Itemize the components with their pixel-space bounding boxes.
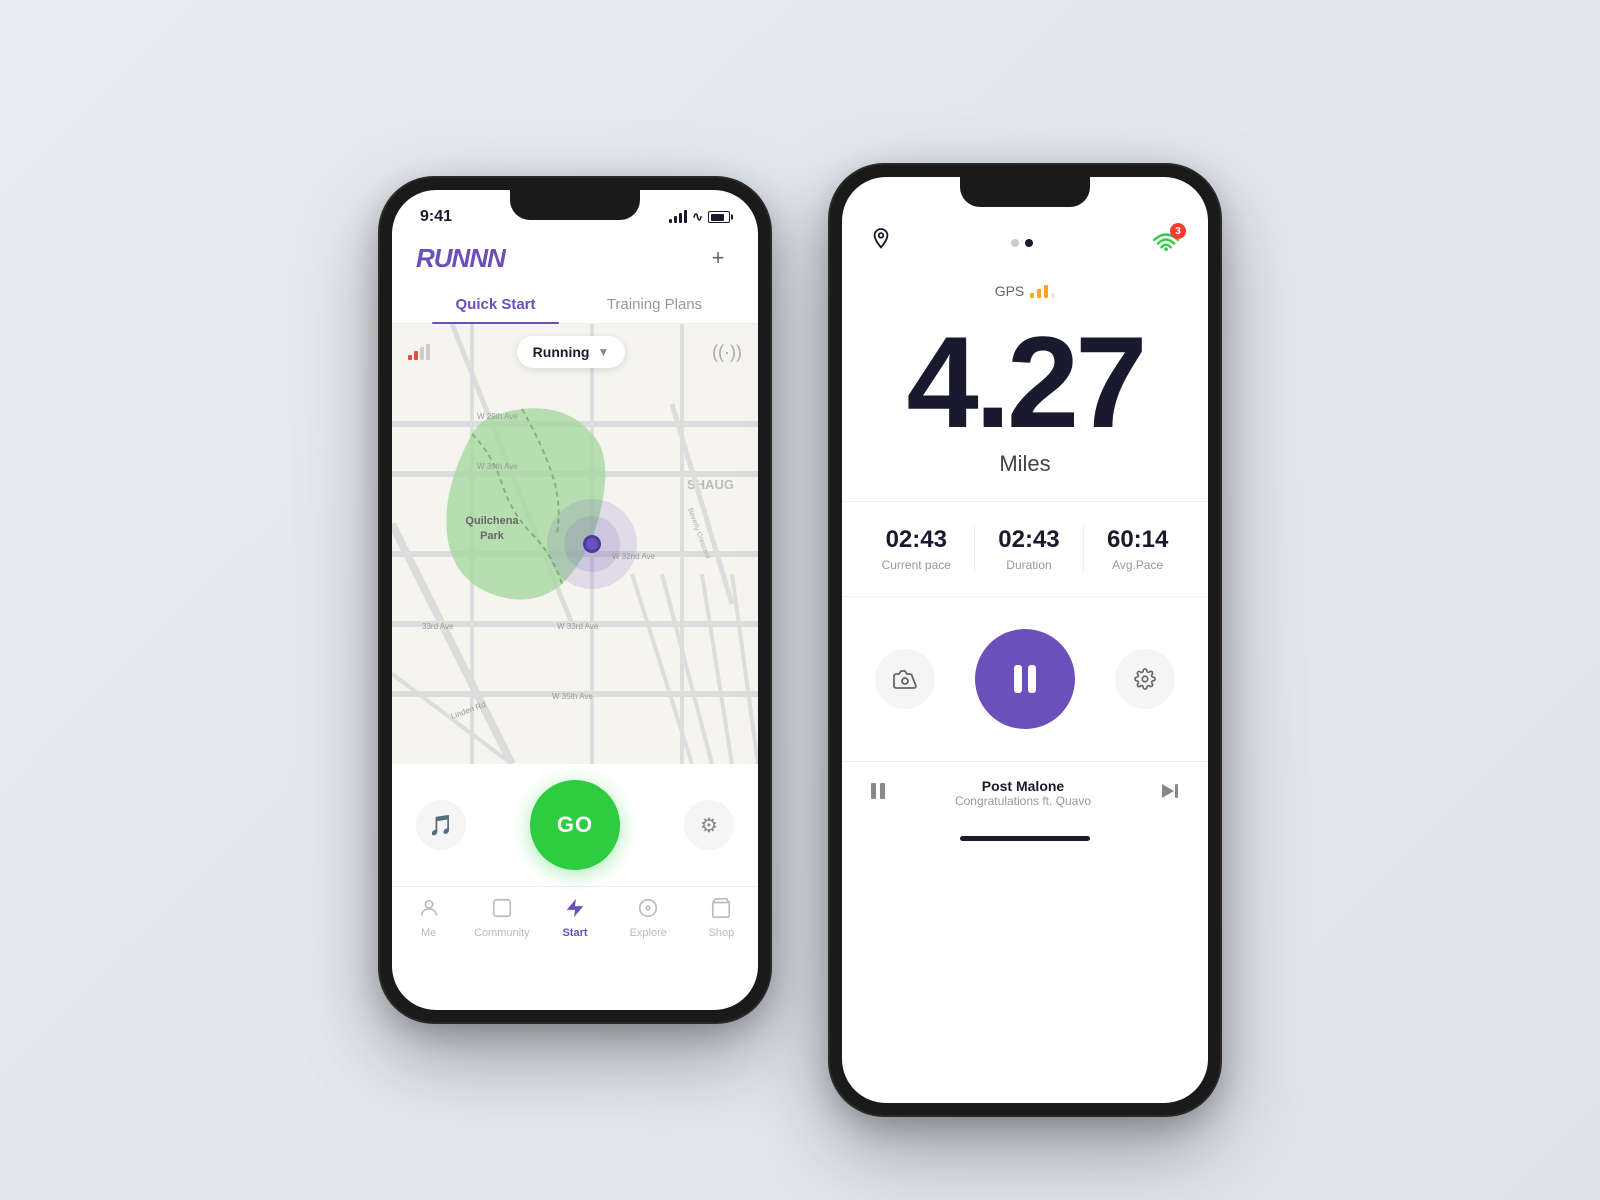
signal-bar-3 xyxy=(679,213,682,223)
settings-icon-map: ⚙ xyxy=(700,813,718,838)
stat-duration: 02:43 Duration xyxy=(998,526,1059,572)
svg-text:W 33rd Ave: W 33rd Ave xyxy=(557,622,599,631)
settings-button-map[interactable]: ⚙ xyxy=(684,800,734,850)
map-controls: Running ▼ ((·)) xyxy=(392,336,758,368)
app-header: RUNNN + xyxy=(392,234,758,286)
signal-bar-2 xyxy=(674,216,677,223)
status-time-1: 9:41 xyxy=(420,208,452,226)
notch-2 xyxy=(960,177,1090,207)
current-pace-value: 02:43 xyxy=(882,526,951,554)
activity-selector[interactable]: Running ▼ xyxy=(517,336,626,368)
svg-text:Park: Park xyxy=(480,530,505,542)
svg-text:W 32nd Ave: W 32nd Ave xyxy=(612,552,656,561)
go-button[interactable]: GO xyxy=(530,780,620,870)
nav-me-label: Me xyxy=(421,927,436,939)
controls-row xyxy=(842,597,1208,761)
me-icon xyxy=(418,897,440,923)
distance-display: 4.27 xyxy=(842,307,1208,451)
nav-community[interactable]: Community xyxy=(465,897,538,939)
settings-button-workout[interactable] xyxy=(1115,649,1175,709)
dot-2 xyxy=(1025,239,1033,247)
music-pause-button[interactable] xyxy=(870,782,886,805)
notch-1 xyxy=(510,190,640,220)
music-icon: 🎵 xyxy=(429,813,454,838)
tabs: Quick Start Training Plans xyxy=(392,286,758,324)
svg-text:W 35th Ave: W 35th Ave xyxy=(552,692,593,701)
bottom-nav: Me Community Start xyxy=(392,886,758,959)
map-svg: W 29th Ave W 30th Ave W 32nd Ave 33rd Av… xyxy=(392,324,758,764)
battery-icon xyxy=(708,211,730,223)
phone-2-screen: 3 GPS 4.27 Miles 02:43 xyxy=(842,177,1208,1103)
svg-text:W 29th Ave: W 29th Ave xyxy=(477,412,518,421)
avg-pace-label: Avg.Pace xyxy=(1107,558,1168,572)
start-icon xyxy=(564,897,586,923)
svg-text:33rd Ave: 33rd Ave xyxy=(422,622,454,631)
chevron-down-icon: ▼ xyxy=(597,345,609,359)
dot-1 xyxy=(1011,239,1019,247)
stat-divider-1 xyxy=(974,526,975,572)
nav-community-label: Community xyxy=(474,927,530,939)
nav-explore[interactable]: Explore xyxy=(612,897,685,939)
map-gps-signal xyxy=(408,344,430,360)
pause-icon xyxy=(1014,665,1036,693)
wifi-icon: ∿ xyxy=(692,209,703,225)
nav-shop[interactable]: Shop xyxy=(685,897,758,939)
phone-1-shell: 9:41 ∿ RUNNN + xyxy=(380,178,770,1022)
music-button[interactable]: 🎵 xyxy=(416,800,466,850)
music-next-button[interactable] xyxy=(1160,782,1180,805)
pause-button[interactable] xyxy=(975,629,1075,729)
duration-label: Duration xyxy=(998,558,1059,572)
signal-bar-1 xyxy=(669,219,672,223)
phones-container: 9:41 ∿ RUNNN + xyxy=(380,85,1220,1115)
music-player: Post Malone Congratulations ft. Quavo xyxy=(842,761,1208,828)
phone-2-shell: 3 GPS 4.27 Miles 02:43 xyxy=(830,165,1220,1115)
pause-bar-2 xyxy=(1028,665,1036,693)
shop-icon xyxy=(710,897,732,923)
community-icon xyxy=(491,897,513,923)
bottom-bar: 🎵 GO ⚙ xyxy=(392,764,758,886)
avg-pace-value: 60:14 xyxy=(1107,526,1168,554)
music-info: Post Malone Congratulations ft. Quavo xyxy=(955,778,1091,808)
stat-current-pace: 02:43 Current pace xyxy=(882,526,951,572)
gps-label: GPS xyxy=(842,275,1208,307)
status-icons-1: ∿ xyxy=(669,209,730,225)
duration-value: 02:43 xyxy=(998,526,1059,554)
signal-bars-1 xyxy=(669,211,687,223)
stat-divider-2 xyxy=(1083,526,1084,572)
location-pin-icon xyxy=(870,227,892,259)
explore-icon xyxy=(637,897,659,923)
nav-start-label: Start xyxy=(562,927,587,939)
nav-me[interactable]: Me xyxy=(392,897,465,939)
camera-button[interactable] xyxy=(875,649,935,709)
distance-unit: Miles xyxy=(842,451,1208,477)
distance-value: 4.27 xyxy=(842,317,1208,447)
tab-training-plans[interactable]: Training Plans xyxy=(575,286,734,323)
gps-bars xyxy=(1030,284,1055,298)
svg-text:W 30th Ave: W 30th Ave xyxy=(477,462,518,471)
current-pace-label: Current pace xyxy=(882,558,951,572)
map-area: Running ▼ ((·)) xyxy=(392,324,758,764)
svg-text:Quilchena: Quilchena xyxy=(465,515,519,527)
phone-1-screen: 9:41 ∿ RUNNN + xyxy=(392,190,758,1010)
nav-shop-label: Shop xyxy=(709,927,735,939)
app-logo: RUNNN xyxy=(416,243,505,274)
pause-bar-1 xyxy=(1014,665,1022,693)
stat-avg-pace: 60:14 Avg.Pace xyxy=(1107,526,1168,572)
nav-explore-label: Explore xyxy=(630,927,667,939)
stats-row: 02:43 Current pace 02:43 Duration 60:14 … xyxy=(842,501,1208,597)
tab-quick-start[interactable]: Quick Start xyxy=(416,286,575,323)
nav-start[interactable]: Start xyxy=(538,897,611,939)
music-artist: Post Malone xyxy=(955,778,1091,794)
signal-bar-4 xyxy=(684,210,687,223)
signal-badge: 3 xyxy=(1152,229,1180,257)
broadcast-icon[interactable]: ((·)) xyxy=(712,342,742,363)
battery-fill xyxy=(711,214,725,221)
top-dots xyxy=(1011,239,1033,247)
home-indicator-2 xyxy=(960,836,1090,841)
music-song: Congratulations ft. Quavo xyxy=(955,794,1091,808)
notification-badge: 3 xyxy=(1170,223,1186,239)
add-button[interactable]: + xyxy=(702,242,734,274)
